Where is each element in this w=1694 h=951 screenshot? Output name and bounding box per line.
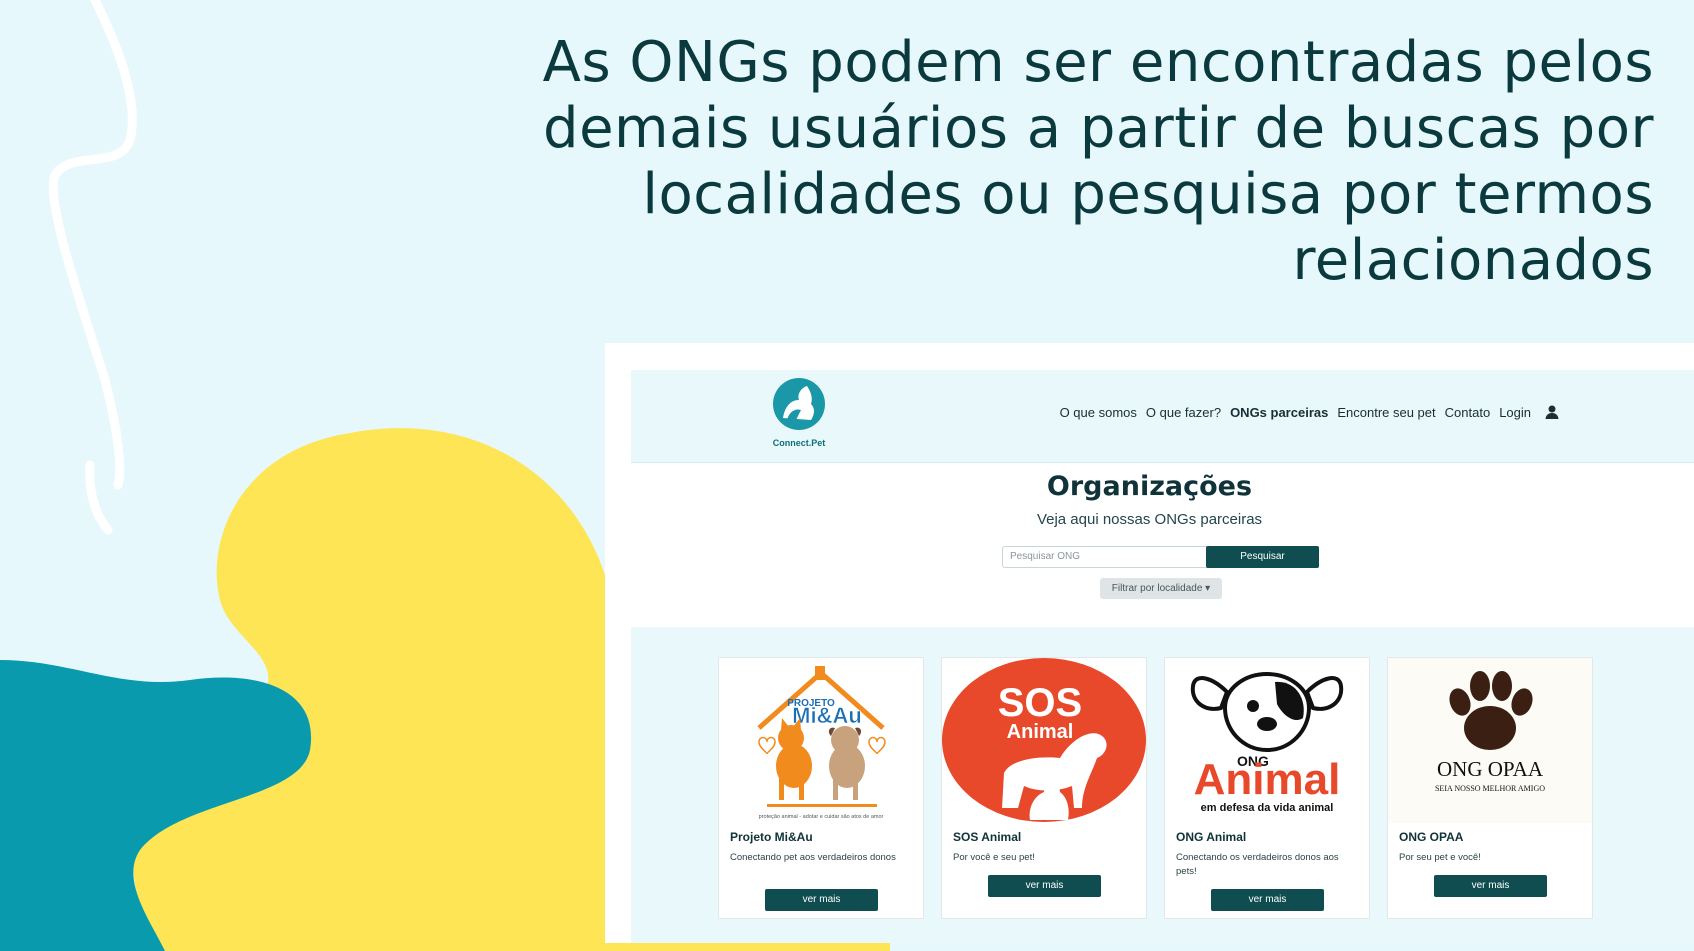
card-description: Por você e seu pet! xyxy=(953,852,1035,863)
headline: As ONGs podem ser encontradas pelos dema… xyxy=(542,30,1654,293)
ver-mais-button[interactable]: ver mais xyxy=(1434,875,1547,897)
nav-item-encontre-seu-pet[interactable]: Encontre seu pet xyxy=(1337,405,1435,420)
navbar: Connect.Pet O que somos O que fazer? ONG… xyxy=(631,370,1694,463)
user-icon[interactable] xyxy=(1544,404,1560,420)
card-title: ONG Animal xyxy=(1176,830,1247,844)
nav-item-ongs-parceiras[interactable]: ONGs parceiras xyxy=(1230,405,1328,420)
logo-text-animal: Animal xyxy=(1007,721,1074,743)
card-title: SOS Animal xyxy=(953,830,1022,844)
yellow-strip xyxy=(605,943,890,951)
nav-item-contato[interactable]: Contato xyxy=(1445,405,1491,420)
nav-menu: O que somos O que fazer? ONGs parceiras … xyxy=(1060,404,1560,420)
org-card-projeto-miau: PROJETO Mi&Au proteção animal - adotar e… xyxy=(718,657,924,919)
nav-item-o-que-somos[interactable]: O que somos xyxy=(1060,405,1137,420)
nav-item-o-que-fazer[interactable]: O que fazer? xyxy=(1146,405,1221,420)
logo-text-sos: SOS xyxy=(998,681,1082,725)
org-card-ong-animal: ONG Animal em defesa da vida animal ONG … xyxy=(1164,657,1370,919)
logo-text-ong-opaa: ONG OPAA xyxy=(1437,757,1544,781)
org-logo-projeto-miau: PROJETO Mi&Au proteção animal - adotar e… xyxy=(719,658,923,823)
card-description: Conectando pet aos verdadeiros donos xyxy=(730,852,896,863)
logo-text: Connect.Pet xyxy=(772,438,826,448)
nav-item-login[interactable]: Login xyxy=(1499,405,1531,420)
page-subtitle: Veja aqui nossas ONGs parceiras xyxy=(1036,511,1263,528)
logo-tagline: em defesa da vida animal xyxy=(1201,802,1334,814)
location-filter-dropdown[interactable]: Filtrar por localidade ▾ xyxy=(1100,578,1222,599)
ver-mais-button[interactable]: ver mais xyxy=(765,889,878,911)
org-logo-sos-animal: SOS Animal xyxy=(942,658,1146,823)
search-button[interactable]: Pesquisar xyxy=(1206,546,1319,568)
card-description: Por seu pet e você! xyxy=(1399,852,1481,863)
logo[interactable]: Connect.Pet xyxy=(759,378,839,458)
search-input[interactable]: Pesquisar ONG xyxy=(1002,546,1216,568)
ver-mais-button[interactable]: ver mais xyxy=(988,875,1101,897)
white-squiggle xyxy=(48,0,137,535)
page-title: Organizações xyxy=(1046,471,1253,502)
org-card-ong-opaa: ONG OPAA SEIA NOSSO MELHOR AMIGO ONG OPA… xyxy=(1387,657,1593,919)
logo-mark xyxy=(773,378,825,430)
ver-mais-button[interactable]: ver mais xyxy=(1211,889,1324,911)
cards-section: PROJETO Mi&Au proteção animal - adotar e… xyxy=(631,627,1694,943)
org-card-sos-animal: SOS Animal SOS Animal Por você e seu pet… xyxy=(941,657,1147,919)
logo-text-animal: Animal xyxy=(1194,755,1341,804)
card-description: Conectando os verdadeiros donos aos pets… xyxy=(1176,852,1339,877)
logo-tagline: SEIA NOSSO MELHOR AMIGO xyxy=(1435,784,1545,793)
card-title: Projeto Mi&Au xyxy=(730,830,813,844)
logo-tagline: proteção animal - adotar e cuidar são at… xyxy=(759,814,884,820)
app-screenshot: Connect.Pet O que somos O que fazer? ONG… xyxy=(605,343,1694,943)
org-logo-ong-animal: ONG Animal em defesa da vida animal xyxy=(1165,658,1369,823)
logo-text-miau: Mi&Au xyxy=(792,703,862,728)
card-title: ONG OPAA xyxy=(1399,830,1464,844)
pet-silhouette-icon xyxy=(783,386,814,422)
org-logo-ong-opaa: ONG OPAA SEIA NOSSO MELHOR AMIGO xyxy=(1388,658,1592,823)
